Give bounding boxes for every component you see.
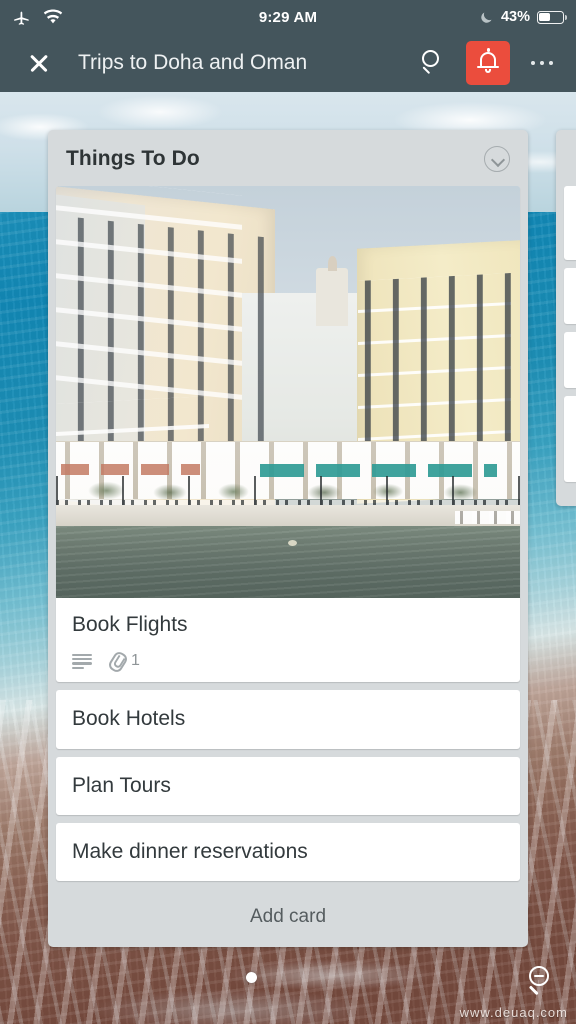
card-title: Plan Tours bbox=[72, 773, 171, 797]
add-card-button[interactable]: Add card bbox=[48, 889, 528, 947]
close-icon[interactable] bbox=[26, 50, 52, 76]
card-book-hotels[interactable]: Book Hotels bbox=[56, 690, 520, 749]
bell-icon[interactable] bbox=[466, 41, 510, 85]
app-screen: Things To Do Book Flights 1 Book Hotels … bbox=[0, 0, 576, 1024]
next-list-card[interactable] bbox=[564, 186, 576, 260]
card-title: Book Hotels bbox=[72, 707, 186, 731]
status-bar-right: 43% bbox=[479, 9, 567, 25]
wifi-icon bbox=[43, 9, 63, 24]
status-bar-left bbox=[12, 8, 63, 27]
next-list-card[interactable] bbox=[564, 396, 576, 482]
card-body: Plan Tours bbox=[56, 757, 520, 815]
zoom-out-icon[interactable] bbox=[522, 964, 556, 1000]
attachment-count: 1 bbox=[131, 651, 140, 669]
search-icon[interactable] bbox=[416, 46, 450, 80]
do-not-disturb-moon-icon bbox=[481, 12, 492, 23]
board-title: Trips to Doha and Oman bbox=[78, 51, 308, 74]
card-body: Make dinner reservations bbox=[56, 823, 520, 881]
list-header: Things To Do bbox=[48, 130, 528, 186]
app-toolbar: Trips to Doha and Oman bbox=[0, 34, 576, 92]
toolbar-actions bbox=[416, 41, 562, 85]
card-plan-tours[interactable]: Plan Tours bbox=[56, 756, 520, 815]
status-bar: 9:29 AM 43% bbox=[0, 0, 576, 34]
more-options-icon[interactable] bbox=[522, 43, 562, 83]
battery-percent: 43% bbox=[500, 9, 530, 25]
next-list-card[interactable] bbox=[564, 268, 576, 324]
card-title: Book Flights bbox=[72, 613, 188, 636]
next-list-card[interactable] bbox=[564, 332, 576, 388]
page-indicator-dot bbox=[246, 972, 257, 983]
card-list: Book Flights 1 Book Hotels Plan Tours Ma… bbox=[48, 186, 528, 881]
site-watermark: www.deuaq.com bbox=[459, 1005, 568, 1020]
card-make-dinner-reservations[interactable]: Make dinner reservations bbox=[56, 822, 520, 881]
card-body: Book Flights 1 bbox=[56, 598, 520, 682]
card-body: Book Hotels bbox=[56, 690, 520, 748]
chevron-down-icon[interactable] bbox=[484, 146, 510, 172]
card-book-flights[interactable]: Book Flights 1 bbox=[56, 186, 520, 683]
description-icon bbox=[72, 653, 94, 669]
list-title: Things To Do bbox=[66, 147, 200, 170]
battery-icon bbox=[537, 10, 567, 24]
attachment-badge: 1 bbox=[108, 651, 140, 670]
next-list-preview[interactable] bbox=[556, 130, 576, 506]
card-badges: 1 bbox=[72, 651, 504, 670]
attachment-icon bbox=[108, 651, 125, 670]
airplane-mode-icon bbox=[14, 11, 29, 25]
card-title: Make dinner reservations bbox=[72, 839, 308, 863]
board-canvas[interactable]: Things To Do Book Flights 1 Book Hotels … bbox=[0, 92, 576, 1024]
card-cover-image bbox=[56, 186, 520, 598]
list-things-to-do[interactable]: Things To Do Book Flights 1 Book Hotels … bbox=[48, 130, 528, 947]
